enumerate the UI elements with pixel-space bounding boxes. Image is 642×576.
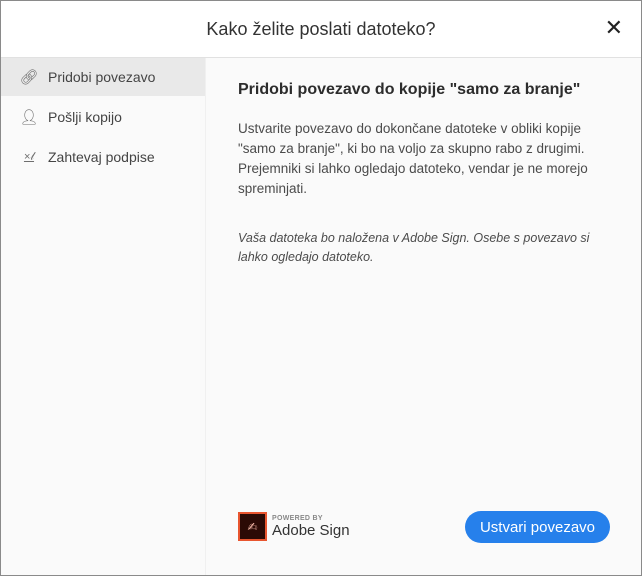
adobe-sign-logo-icon: ✍︎ xyxy=(238,512,267,541)
signature-icon: ×𝓁 xyxy=(23,150,35,163)
link-icon: 🔗︎ xyxy=(19,69,39,86)
sidebar-item-get-link[interactable]: 🔗︎ Pridobi povezavo xyxy=(1,58,205,96)
add-user-icon: 👤︎ xyxy=(19,109,39,126)
dialog-header: Kako želite poslati datoteko? ✕ xyxy=(1,1,641,58)
adobe-sign-branding: ✍︎ POWERED BY Adobe Sign xyxy=(238,512,350,541)
sidebar-item-request-signatures[interactable]: ×𝓁 Zahtevaj podpise xyxy=(1,138,205,176)
dialog-title: Kako želite poslati datoteko? xyxy=(206,19,436,39)
panel-heading: Pridobi povezavo do kopije "samo za bran… xyxy=(238,81,581,98)
main-panel: Pridobi povezavo do kopije "samo za bran… xyxy=(207,58,641,575)
sidebar-item-label: Zahtevaj podpise xyxy=(48,149,155,165)
brand-name: Adobe Sign xyxy=(272,521,350,539)
powered-by-label: POWERED BY xyxy=(272,514,323,522)
sidebar-item-label: Pridobi povezavo xyxy=(48,69,156,85)
sidebar: 🔗︎ Pridobi povezavo 👤︎ Pošlji kopijo ×𝓁 Zah… xyxy=(1,58,206,575)
sidebar-item-send-copy[interactable]: 👤︎ Pošlji kopijo xyxy=(1,98,205,136)
send-file-dialog: Kako želite poslati datoteko? ✕ 🔗︎ Pridob… xyxy=(0,0,642,576)
sidebar-item-label: Pošlji kopijo xyxy=(48,109,122,125)
panel-note: Vaša datoteka bo naložena v Adobe Sign. … xyxy=(238,231,590,264)
panel-description: Ustvarite povezavo do dokončane datoteke… xyxy=(238,121,588,196)
close-icon[interactable]: ✕ xyxy=(605,17,623,39)
create-link-button[interactable]: Ustvari povezavo xyxy=(465,511,610,543)
